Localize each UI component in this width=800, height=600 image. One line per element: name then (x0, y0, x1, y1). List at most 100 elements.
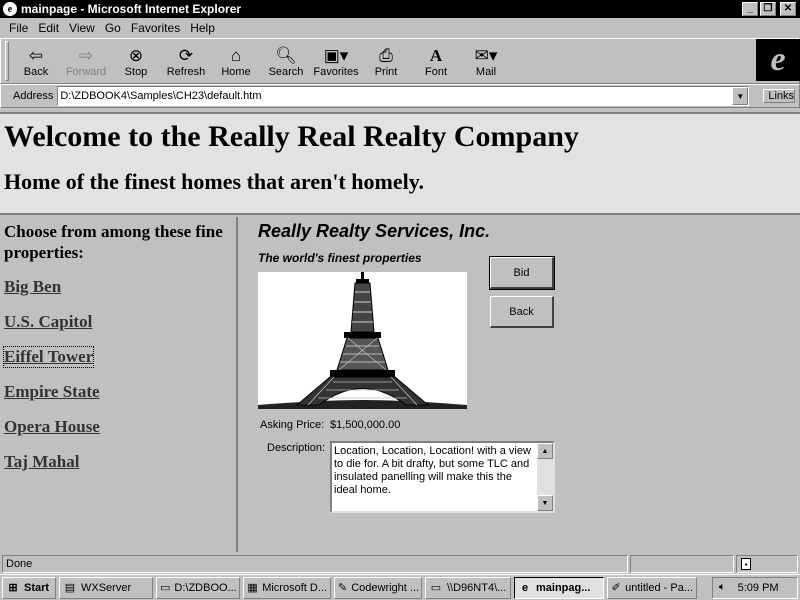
taskbar-item-codewright[interactable]: ✎ Codewright ... (334, 576, 422, 599)
back-button[interactable]: ⇦ Back (11, 39, 61, 83)
links-button[interactable]: Links (763, 89, 796, 103)
search-icon: 🔍︎ (275, 45, 297, 65)
taskbar-item-paint[interactable]: ✐ untitled - Pa... (607, 576, 697, 599)
codewright-icon: ✎ (338, 582, 348, 594)
address-input[interactable]: D:\ZDBOOK4\Samples\CH23\default.htm ▼ (57, 86, 750, 106)
forward-button[interactable]: ⇨ Forward (61, 39, 111, 83)
description-textarea[interactable]: Location, Location, Location! with a vie… (330, 441, 555, 513)
task-label: untitled - Pa... (625, 581, 693, 594)
back-page-button[interactable]: Back (490, 296, 554, 328)
zone-icon: ▪ (741, 558, 751, 570)
search-label: Search (268, 66, 304, 78)
scroll-down-icon[interactable]: ▼ (537, 495, 553, 511)
font-label: Font (424, 66, 447, 78)
eiffel-tower-image (258, 272, 467, 409)
page-subtitle: Home of the finest homes that aren't hom… (4, 169, 424, 194)
ie-app-icon[interactable]: e (3, 2, 17, 16)
back-label: Back (23, 66, 49, 78)
status-bar: Done ▪ (0, 554, 800, 574)
task-label: Microsoft D... (262, 581, 327, 594)
description-scrollbar[interactable]: ▲ ▼ (537, 443, 553, 511)
favorites-folder-icon: ▣▾ (323, 45, 349, 65)
scroll-up-icon[interactable]: ▲ (537, 443, 553, 459)
menu-file[interactable]: File (4, 21, 33, 35)
property-link-empire-state[interactable]: Empire State (4, 382, 100, 402)
ie-logo-icon: e (756, 39, 800, 81)
stop-label: Stop (124, 66, 148, 78)
property-detail-frame: Really Realty Services, Inc. The world's… (240, 217, 800, 552)
address-bar: Address D:\ZDBOOK4\Samples\CH23\default.… (0, 84, 800, 108)
search-button[interactable]: 🔍︎ Search (261, 39, 311, 83)
title-bar: e mainpage - Microsoft Internet Explorer… (0, 0, 800, 18)
home-label: Home (221, 66, 251, 78)
speaker-icon[interactable]: 🔈︎ (719, 581, 726, 594)
ie-icon: e (521, 581, 529, 594)
print-button[interactable]: ⎙ Print (361, 39, 411, 83)
windows-logo-icon: ⊞ (8, 582, 18, 594)
restore-button[interactable]: ❐ (760, 2, 776, 16)
taskbar: ⊞ Start ▤ WXServer ▭ D:\ZDBOO... ▦ Micro… (0, 574, 800, 600)
toolbar-grip[interactable] (5, 41, 9, 81)
menu-favorites[interactable]: Favorites (126, 21, 185, 35)
home-button[interactable]: ⌂ Home (211, 39, 261, 83)
taskbar-item-mainpage[interactable]: e mainpag... (514, 576, 604, 599)
font-button[interactable]: A Font (411, 39, 461, 83)
property-link-opera-house[interactable]: Opera House (4, 417, 100, 437)
property-photo (258, 272, 467, 409)
asking-price-label: Asking Price: (260, 419, 325, 431)
menu-help[interactable]: Help (185, 21, 220, 35)
property-list-heading: Choose from among these fine properties: (4, 222, 223, 262)
company-name: Really Realty Services, Inc. (258, 221, 491, 241)
forward-arrow-icon: ⇨ (78, 45, 94, 65)
page-title: Welcome to the Really Real Realty Compan… (4, 120, 579, 153)
refresh-button[interactable]: ⟳ Refresh (161, 39, 211, 83)
taskbar-item-network-folder[interactable]: ▭ \\D96NT4\... (425, 576, 511, 599)
folder-icon: ▭ (160, 582, 171, 594)
menu-go[interactable]: Go (100, 21, 126, 35)
property-list-frame: Choose from among these fine properties:… (0, 217, 238, 552)
back-arrow-icon: ⇦ (28, 45, 44, 65)
minimize-button[interactable]: _ (742, 2, 758, 16)
property-link-us-capitol[interactable]: U.S. Capitol (4, 312, 92, 332)
status-progress-pane (630, 555, 734, 573)
status-zone-pane: ▪ (736, 555, 798, 573)
property-link-eiffel-tower[interactable]: Eiffel Tower (2, 346, 95, 368)
start-button[interactable]: ⊞ Start (2, 576, 56, 599)
app-window-icon: ▦ (247, 582, 258, 594)
bid-button[interactable]: Bid (489, 256, 555, 290)
clock[interactable]: 5:09 PM (738, 582, 779, 594)
address-dropdown-icon[interactable]: ▼ (732, 87, 749, 105)
taskbar-item-wxserver[interactable]: ▤ WXServer (59, 576, 153, 599)
mail-button[interactable]: ✉▾ Mail (461, 39, 511, 83)
refresh-label: Refresh (166, 66, 206, 78)
printer-icon: ⎙ (379, 45, 393, 65)
taskbar-item-microsoft-d[interactable]: ▦ Microsoft D... (243, 576, 331, 599)
page-content: Welcome to the Really Real Realty Compan… (0, 112, 800, 552)
favorites-label: Favorites (313, 66, 359, 78)
font-icon: A (429, 45, 443, 65)
menu-bar: File Edit View Go Favorites Help (0, 18, 800, 38)
home-icon: ⌂ (230, 45, 242, 65)
property-link-taj-mahal[interactable]: Taj Mahal (4, 452, 79, 472)
task-label: \\D96NT4\... (447, 581, 507, 594)
status-text: Done (2, 555, 628, 573)
mail-icon: ✉▾ (474, 45, 498, 65)
task-label: Codewright ... (351, 581, 420, 594)
mail-label: Mail (475, 66, 497, 78)
folder-icon: ▭ (430, 582, 442, 594)
description-label: Description: (267, 442, 326, 454)
server-icon: ▤ (64, 582, 76, 594)
address-url: D:\ZDBOOK4\Samples\CH23\default.htm (60, 90, 262, 102)
taskbar-item-zdbook[interactable]: ▭ D:\ZDBOO... (156, 576, 240, 599)
favorites-button[interactable]: ▣▾ Favorites (311, 39, 361, 83)
paint-icon: ✐ (611, 582, 621, 594)
stop-button[interactable]: ⊗ Stop (111, 39, 161, 83)
menu-edit[interactable]: Edit (33, 21, 64, 35)
print-label: Print (374, 66, 398, 78)
close-button[interactable]: ✕ (780, 2, 796, 16)
standard-toolbar: ⇦ Back ⇨ Forward ⊗ Stop ⟳ Refresh ⌂ Home… (0, 38, 800, 84)
property-link-big-ben[interactable]: Big Ben (4, 277, 61, 297)
menu-view[interactable]: View (64, 21, 100, 35)
asking-price-value: $1,500,000.00 (330, 419, 401, 431)
description-text: Location, Location, Location! with a vie… (334, 445, 531, 496)
